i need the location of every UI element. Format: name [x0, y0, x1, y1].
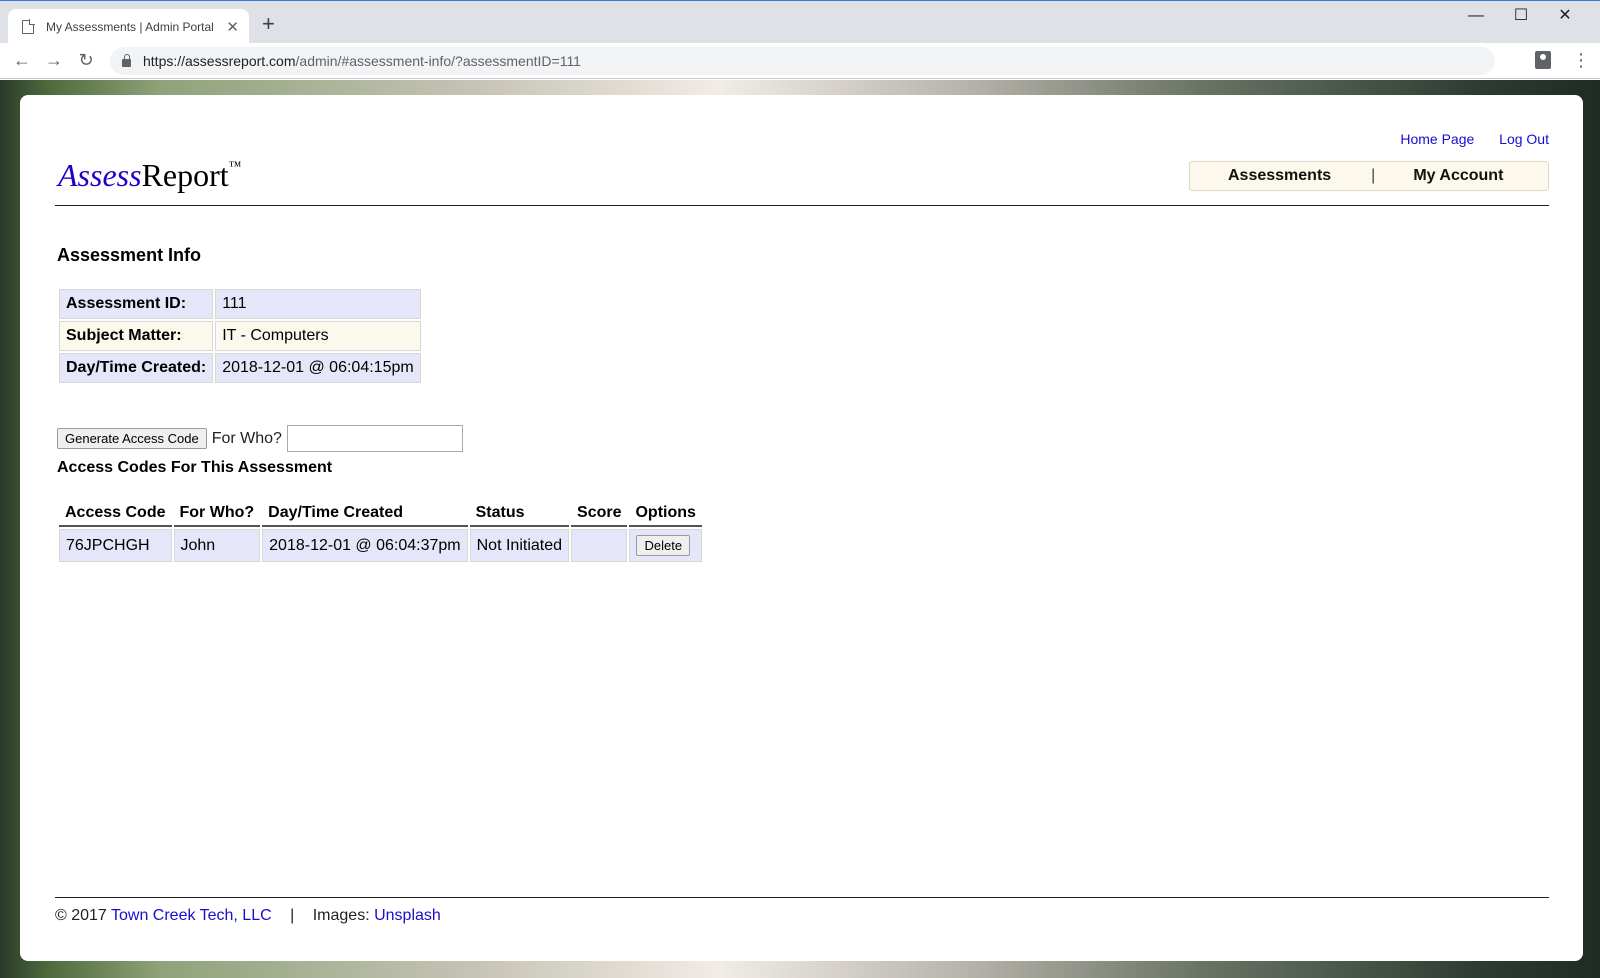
column-header: Score: [571, 499, 628, 527]
info-value: 111: [215, 289, 421, 319]
header-divider: [55, 205, 1549, 206]
column-header: For Who?: [173, 499, 261, 527]
logo-accent: Assess: [58, 157, 142, 193]
info-value: IT - Computers: [215, 321, 421, 351]
browser-menu-icon[interactable]: ⋮: [1572, 49, 1590, 71]
for-who-cell: John: [173, 529, 261, 562]
home-page-link[interactable]: Home Page: [1400, 131, 1474, 147]
browser-tab[interactable]: My Assessments | Admin Portal ✕: [8, 9, 249, 44]
page-card: Home Page Log Out AssessReport™ Assessme…: [20, 95, 1583, 961]
info-row: Assessment ID: 111: [59, 289, 421, 319]
logo-rest: Report: [141, 157, 229, 193]
back-icon[interactable]: ←: [10, 49, 34, 71]
images-label: Images:: [312, 907, 370, 924]
info-value: 2018-12-01 @ 06:04:15pm: [215, 353, 421, 383]
tab-title: My Assessments | Admin Portal: [46, 19, 214, 34]
copyright-text: © 2017: [55, 907, 107, 924]
url-text: https://assessreport.com/admin/#assessme…: [143, 53, 581, 69]
lock-icon: [122, 54, 131, 67]
logo[interactable]: AssessReport™: [58, 157, 241, 194]
column-header: Access Code: [59, 499, 172, 527]
company-link[interactable]: Town Creek Tech, LLC: [111, 907, 272, 924]
access-codes-table: Access Code For Who? Day/Time Created St…: [57, 497, 704, 564]
url-path: /admin/#assessment-info/?assessmentID=11…: [295, 53, 581, 69]
column-header: Day/Time Created: [262, 499, 468, 527]
status-cell: Not Initiated: [469, 529, 570, 562]
maximize-button[interactable]: ☐: [1498, 5, 1544, 27]
browser-toolbar: ← → ↻ https://assessreport.com/admin/#as…: [0, 43, 1600, 79]
generate-access-code-button[interactable]: Generate Access Code: [57, 428, 207, 449]
forward-icon[interactable]: →: [42, 49, 66, 71]
for-who-input[interactable]: [286, 425, 463, 452]
info-row: Subject Matter: IT - Computers: [59, 321, 421, 351]
new-tab-button[interactable]: +: [262, 13, 275, 35]
score-cell: [571, 529, 628, 562]
generate-code-row: Generate Access Code For Who?: [57, 425, 463, 452]
nav-my-account[interactable]: My Account: [1413, 167, 1503, 185]
table-header-row: Access Code For Who? Day/Time Created St…: [59, 499, 702, 527]
footer-separator: |: [290, 907, 295, 924]
column-header: Status: [469, 499, 570, 527]
extension-icon[interactable]: [1535, 51, 1551, 69]
window-close-button[interactable]: ✕: [1542, 5, 1588, 27]
minimize-button[interactable]: —: [1453, 5, 1499, 27]
unsplash-link[interactable]: Unsplash: [374, 907, 441, 924]
assessment-info-title: Assessment Info: [57, 245, 202, 265]
info-row: Day/Time Created: 2018-12-01 @ 06:04:15p…: [59, 353, 421, 383]
for-who-label: For Who?: [211, 429, 282, 447]
nav-assessments[interactable]: Assessments: [1228, 167, 1331, 185]
info-label: Assessment ID:: [59, 289, 214, 319]
options-cell: Delete: [629, 529, 702, 562]
access-code-cell: 76JPCHGH: [59, 529, 172, 562]
footer: © 2017 Town Creek Tech, LLC | Images: Un…: [55, 907, 441, 925]
top-links: Home Page Log Out: [1379, 131, 1549, 147]
reload-icon[interactable]: ↻: [74, 49, 98, 71]
nav-separator: |: [1371, 167, 1376, 184]
delete-button[interactable]: Delete: [636, 535, 691, 556]
assessment-info-table: Assessment ID: 111 Subject Matter: IT - …: [57, 287, 423, 385]
page-icon: [22, 19, 35, 34]
info-label: Subject Matter:: [59, 321, 214, 351]
footer-divider: [55, 897, 1549, 898]
table-row: 76JPCHGH John 2018-12-01 @ 06:04:37pm No…: [59, 529, 702, 562]
log-out-link[interactable]: Log Out: [1499, 131, 1549, 147]
main-nav: Assessments | My Account: [1189, 161, 1549, 191]
browser-titlebar: My Assessments | Admin Portal ✕ + — ☐ ✕: [0, 0, 1600, 44]
column-header: Options: [629, 499, 702, 527]
tab-close-icon[interactable]: ✕: [226, 18, 239, 36]
logo-trademark: ™: [228, 158, 242, 174]
access-codes-title: Access Codes For This Assessment: [57, 459, 333, 476]
created-cell: 2018-12-01 @ 06:04:37pm: [262, 529, 468, 562]
url-host: https://assessreport.com: [143, 53, 296, 69]
info-label: Day/Time Created:: [59, 353, 214, 383]
address-bar[interactable]: https://assessreport.com/admin/#assessme…: [110, 47, 1495, 75]
